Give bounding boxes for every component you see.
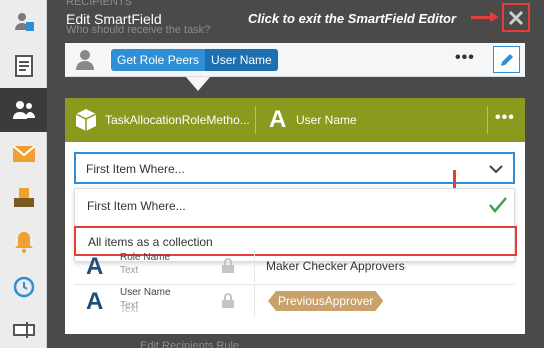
bg-recipients-heading: RECIPIENTS bbox=[66, 0, 133, 8]
user-icon bbox=[76, 50, 94, 70]
reference-chip[interactable]: PreviousApprover bbox=[268, 291, 383, 311]
editor-title: Edit SmartField bbox=[66, 11, 162, 27]
text-type-icon: A bbox=[86, 288, 104, 315]
alarm-clock-icon[interactable] bbox=[0, 264, 47, 308]
user-task-icon[interactable] bbox=[0, 0, 47, 44]
checkmark-icon bbox=[489, 197, 507, 213]
lock-icon bbox=[222, 293, 234, 308]
field-label: User Name bbox=[296, 113, 357, 127]
bg-footer-link: Edit Recipients Rule bbox=[140, 340, 240, 348]
annotation-arrow-head bbox=[490, 12, 499, 22]
cube-icon bbox=[75, 109, 97, 131]
card-more-icon[interactable]: ••• bbox=[495, 109, 515, 127]
row-name: User Name bbox=[120, 287, 171, 298]
option-label: First Item Where... bbox=[87, 199, 186, 213]
lock-icon bbox=[222, 258, 234, 273]
row-type: Text bbox=[120, 265, 139, 276]
recipient-more-icon[interactable]: ••• bbox=[455, 49, 475, 67]
smartfield-card: TaskAllocationRoleMetho... A User Name •… bbox=[65, 98, 525, 334]
chevron-down-icon bbox=[489, 165, 503, 174]
email-icon[interactable] bbox=[0, 132, 47, 176]
annotation-arrow-shaft bbox=[471, 16, 491, 19]
row-value: Maker Checker Approvers bbox=[266, 259, 405, 273]
row-divider bbox=[254, 285, 255, 317]
smartfield-chip[interactable]: Get Role Peers User Name bbox=[111, 49, 278, 71]
selected-value: First Item Where... bbox=[86, 162, 185, 176]
method-label: TaskAllocationRoleMetho... bbox=[105, 113, 250, 127]
left-toolbar bbox=[0, 0, 47, 348]
option-first-item-where[interactable]: First Item Where... bbox=[75, 189, 516, 222]
text-field-icon[interactable] bbox=[0, 308, 47, 348]
card-header: TaskAllocationRoleMetho... A User Name •… bbox=[65, 98, 525, 142]
bg-row-type: Text bbox=[120, 304, 139, 315]
recipients-icon[interactable] bbox=[0, 88, 47, 132]
table-row[interactable]: A User Name Text PreviousApprover bbox=[74, 284, 515, 317]
annotation-callout: Click to exit the SmartField Editor bbox=[248, 11, 457, 26]
text-type-icon: A bbox=[86, 253, 104, 280]
header-divider-2 bbox=[487, 106, 488, 134]
close-icon bbox=[508, 10, 524, 25]
inbox-icon[interactable] bbox=[0, 176, 47, 220]
notification-bell-icon[interactable] bbox=[0, 220, 47, 264]
row-divider bbox=[254, 250, 255, 282]
text-type-icon: A bbox=[269, 106, 287, 133]
pencil-icon bbox=[500, 53, 513, 66]
callout-pointer bbox=[186, 77, 210, 91]
form-icon[interactable] bbox=[0, 44, 47, 88]
edit-button[interactable] bbox=[493, 46, 520, 73]
row-name: Role Name bbox=[120, 252, 171, 263]
chip-function-label: Get Role Peers bbox=[117, 53, 200, 67]
header-divider bbox=[255, 106, 256, 134]
table-row[interactable]: A Role Name Text Maker Checker Approvers bbox=[74, 250, 515, 282]
close-button[interactable] bbox=[502, 3, 530, 32]
chip-field-label: User Name bbox=[205, 49, 278, 71]
item-selector-dropdown[interactable]: First Item Where... bbox=[74, 152, 515, 184]
option-label: All items as a collection bbox=[88, 235, 213, 249]
recipient-bar: Get Role Peers User Name ••• bbox=[65, 43, 525, 77]
